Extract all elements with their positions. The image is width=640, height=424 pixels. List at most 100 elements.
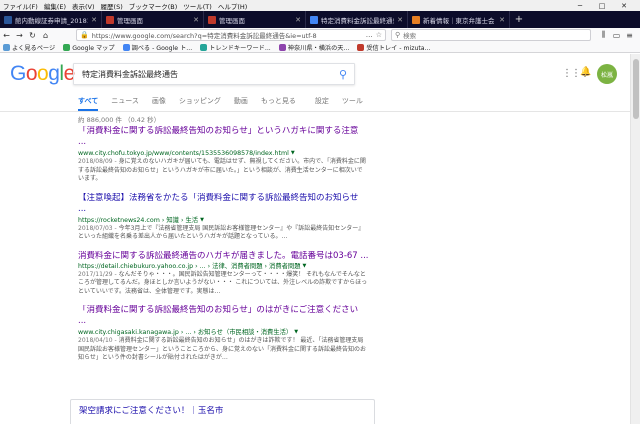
bookmark-item[interactable]: 受信トレイ - mizuta...: [357, 43, 431, 52]
back-icon[interactable]: ←: [0, 29, 13, 41]
result-url[interactable]: www.city.chofu.tokyo.jp/www/contents/153…: [78, 149, 368, 158]
bookmark-label: Google マップ: [72, 44, 115, 52]
tab-tools[interactable]: ツール: [342, 93, 363, 111]
tab-all[interactable]: すべて: [78, 93, 99, 111]
bookmark-item[interactable]: Google マップ: [63, 43, 115, 52]
tab-label: 特定消費料金訴訟最終通告 -: [321, 16, 395, 25]
tab-favicon-icon: [4, 15, 12, 24]
library-icon[interactable]: ⫼: [597, 29, 610, 41]
result-title-link[interactable]: 「消費料金に関する訴訟最終告知のお知らせ」のはがきにご注意ください: [78, 305, 368, 316]
tab-close-icon[interactable]: ✕: [397, 16, 403, 24]
forward-icon[interactable]: →: [13, 29, 26, 41]
result-title-link[interactable]: 消費料金に関する訴訟最終通告のハガキが届きました。電話番号は03-67 ...: [78, 251, 368, 262]
result-stats: 約 886,000 件 （0.42 秒）: [78, 116, 161, 124]
result-snippet-text: 消費料金に関する訴訟最終告知のお知らせ」のはがきは詐欺です！ 最近、「法務省管理…: [78, 337, 367, 361]
bookmark-label: 神奈川県・横浜の天...: [287, 44, 350, 52]
address-bar[interactable]: 🔒 https://www.google.com/search?q=特定消費料金…: [76, 29, 386, 41]
menu-bookmarks[interactable]: ブックマーク(B): [129, 1, 178, 11]
tab-close-icon[interactable]: ✕: [499, 16, 505, 24]
window-controls: ─ □ ✕: [572, 0, 638, 11]
logo-letter: o: [25, 62, 38, 85]
menu-view[interactable]: 表示(V): [72, 1, 95, 11]
google-logo[interactable]: Google: [10, 62, 75, 86]
browser-tab[interactable]: 館内動線証券申請_20181023 - ✕: [0, 11, 102, 28]
menu-bar: ファイル(F) 編集(E) 表示(V) 履歴(S) ブックマーク(B) ツール(…: [0, 0, 640, 11]
tab-strip: 館内動線証券申請_20181023 - ✕ 管理画面 ✕ 管理画面 ✕ 特定消費…: [0, 11, 640, 28]
bookmark-item[interactable]: 神奈川県・横浜の天...: [278, 43, 350, 52]
tab-close-icon[interactable]: ✕: [91, 16, 97, 24]
tab-close-icon[interactable]: ✕: [295, 16, 301, 24]
notifications-bell-icon[interactable]: 🔔: [580, 67, 591, 77]
result-url[interactable]: www.city.chigasaki.kanagawa.jp › ... › お…: [78, 328, 368, 337]
nav-toolbar: ← → ↻ ⌂ 🔒 https://www.google.com/search?…: [0, 28, 640, 42]
url-text[interactable]: https://www.google.com/search?q=特定消費料金訴訟…: [92, 30, 363, 40]
search-result: 「消費料金に関する訴訟最終告知のお知らせ」のはがきにご注意ください ... ww…: [78, 305, 368, 363]
menu-edit[interactable]: 編集(E): [44, 1, 66, 11]
result-title-link[interactable]: 【注意喚起】法務省をかたる「消費料金に関する訴訟最終告知のお知らせ: [78, 193, 368, 204]
browser-tab[interactable]: 新着情報｜東京弁護士会 ✕: [408, 11, 510, 28]
browser-tab[interactable]: 管理画面 ✕: [204, 11, 306, 28]
tab-images[interactable]: 画像: [152, 93, 166, 111]
result-url[interactable]: https://rocketnews24.com › 知識 › 生活 ▼: [78, 216, 368, 225]
tab-more[interactable]: もっと見る: [261, 93, 296, 111]
maximize-icon[interactable]: □: [594, 0, 610, 11]
new-tab-icon[interactable]: +: [510, 11, 528, 28]
tab-news[interactable]: ニュース: [111, 93, 139, 111]
search-icon[interactable]: ⚲: [332, 64, 354, 84]
menu-tools[interactable]: ツール(T): [183, 1, 212, 11]
bookmark-favicon-icon: [357, 43, 365, 51]
page-actions-icon[interactable]: …: [366, 31, 373, 39]
scrollbar-thumb[interactable]: [633, 59, 639, 119]
scrollbar[interactable]: [630, 54, 640, 424]
result-url[interactable]: https://detail.chiebukuro.yahoo.co.jp › …: [78, 262, 368, 271]
lock-icon: 🔒: [80, 31, 89, 39]
browser-tab[interactable]: 管理画面 ✕: [102, 11, 204, 28]
google-search-box[interactable]: 特定消費料金訴訟最終通告 ⚲: [73, 63, 355, 85]
bookmarks-bar: よく見るページ Google マップ 調べる - Google ト... トレン…: [0, 42, 640, 53]
search-result: 【注意喚起】法務省をかたる「消費料金に関する訴訟最終告知のお知らせ ... ht…: [78, 193, 368, 242]
result-url-text: www.city.chigasaki.kanagawa.jp › ... › お…: [78, 329, 293, 336]
result-snippet-text: 身に覚えのないハガキが届いても、電話はせず、無視してください。市内で、「消費料金…: [78, 158, 366, 182]
browser-search-box[interactable]: ⚲ 検索: [391, 29, 591, 41]
search-icon: ⚲: [395, 31, 401, 39]
search-query[interactable]: 特定消費料金訴訟最終通告: [82, 69, 332, 80]
bookmark-label: 調べる - Google ト...: [131, 44, 193, 52]
tab-videos[interactable]: 動画: [234, 93, 248, 111]
dropdown-arrow-icon[interactable]: ▼: [200, 216, 204, 225]
menu-file[interactable]: ファイル(F): [3, 1, 38, 11]
avatar[interactable]: 松嵐: [597, 64, 617, 84]
bookmark-favicon-icon: [63, 43, 71, 51]
result-url-text: https://detail.chiebukuro.yahoo.co.jp › …: [78, 262, 301, 270]
bookmark-favicon-icon: [122, 43, 130, 51]
logo-letter: g: [48, 62, 60, 85]
dropdown-arrow-icon[interactable]: ▼: [294, 328, 298, 337]
dropdown-arrow-icon[interactable]: ▼: [291, 149, 295, 158]
minimize-icon[interactable]: ─: [572, 0, 588, 11]
close-window-icon[interactable]: ✕: [616, 0, 632, 11]
result-date: 2018/08/09 -: [78, 158, 117, 165]
result-date: 2017/11/29 -: [78, 270, 117, 278]
dropdown-arrow-icon[interactable]: ▼: [303, 262, 307, 271]
tab-favicon-icon: [106, 15, 114, 24]
browser-tab-active[interactable]: 特定消費料金訴訟最終通告 - ✕: [306, 11, 408, 28]
bookmark-item[interactable]: トレンドキーワード...: [200, 43, 271, 52]
sidebar-icon[interactable]: ▭: [610, 29, 623, 41]
result-title-link[interactable]: 架空請求にご注意ください！｜玉名市: [79, 406, 366, 417]
hamburger-menu-icon[interactable]: ≡: [623, 29, 636, 41]
tab-settings[interactable]: 設定: [315, 93, 329, 111]
bookmark-item[interactable]: よく見るページ: [3, 43, 55, 52]
home-icon[interactable]: ⌂: [39, 29, 52, 41]
result-snippet-text: 今年3月上で『法務省管理支局 国民訴訟お客様管理センター』や『訴訟最終告知センタ…: [78, 224, 365, 241]
result-title-link[interactable]: 「消費料金に関する訴訟最終告知のお知らせ」というハガキに関する注意: [78, 126, 368, 137]
menu-history[interactable]: 履歴(S): [101, 1, 123, 11]
menu-help[interactable]: ヘルプ(H): [218, 1, 247, 11]
bookmark-item[interactable]: 調べる - Google ト...: [122, 43, 193, 52]
bookmark-label: 受信トレイ - mizuta...: [366, 44, 431, 52]
bookmark-star-icon[interactable]: ☆: [376, 31, 382, 39]
tab-close-icon[interactable]: ✕: [193, 16, 199, 24]
tab-label: 新着情報｜東京弁護士会: [423, 16, 495, 25]
reload-icon[interactable]: ↻: [26, 29, 39, 41]
tab-label: 管理画面: [219, 16, 245, 25]
bookmark-favicon-icon: [3, 43, 10, 51]
tab-shopping[interactable]: ショッピング: [179, 93, 221, 111]
